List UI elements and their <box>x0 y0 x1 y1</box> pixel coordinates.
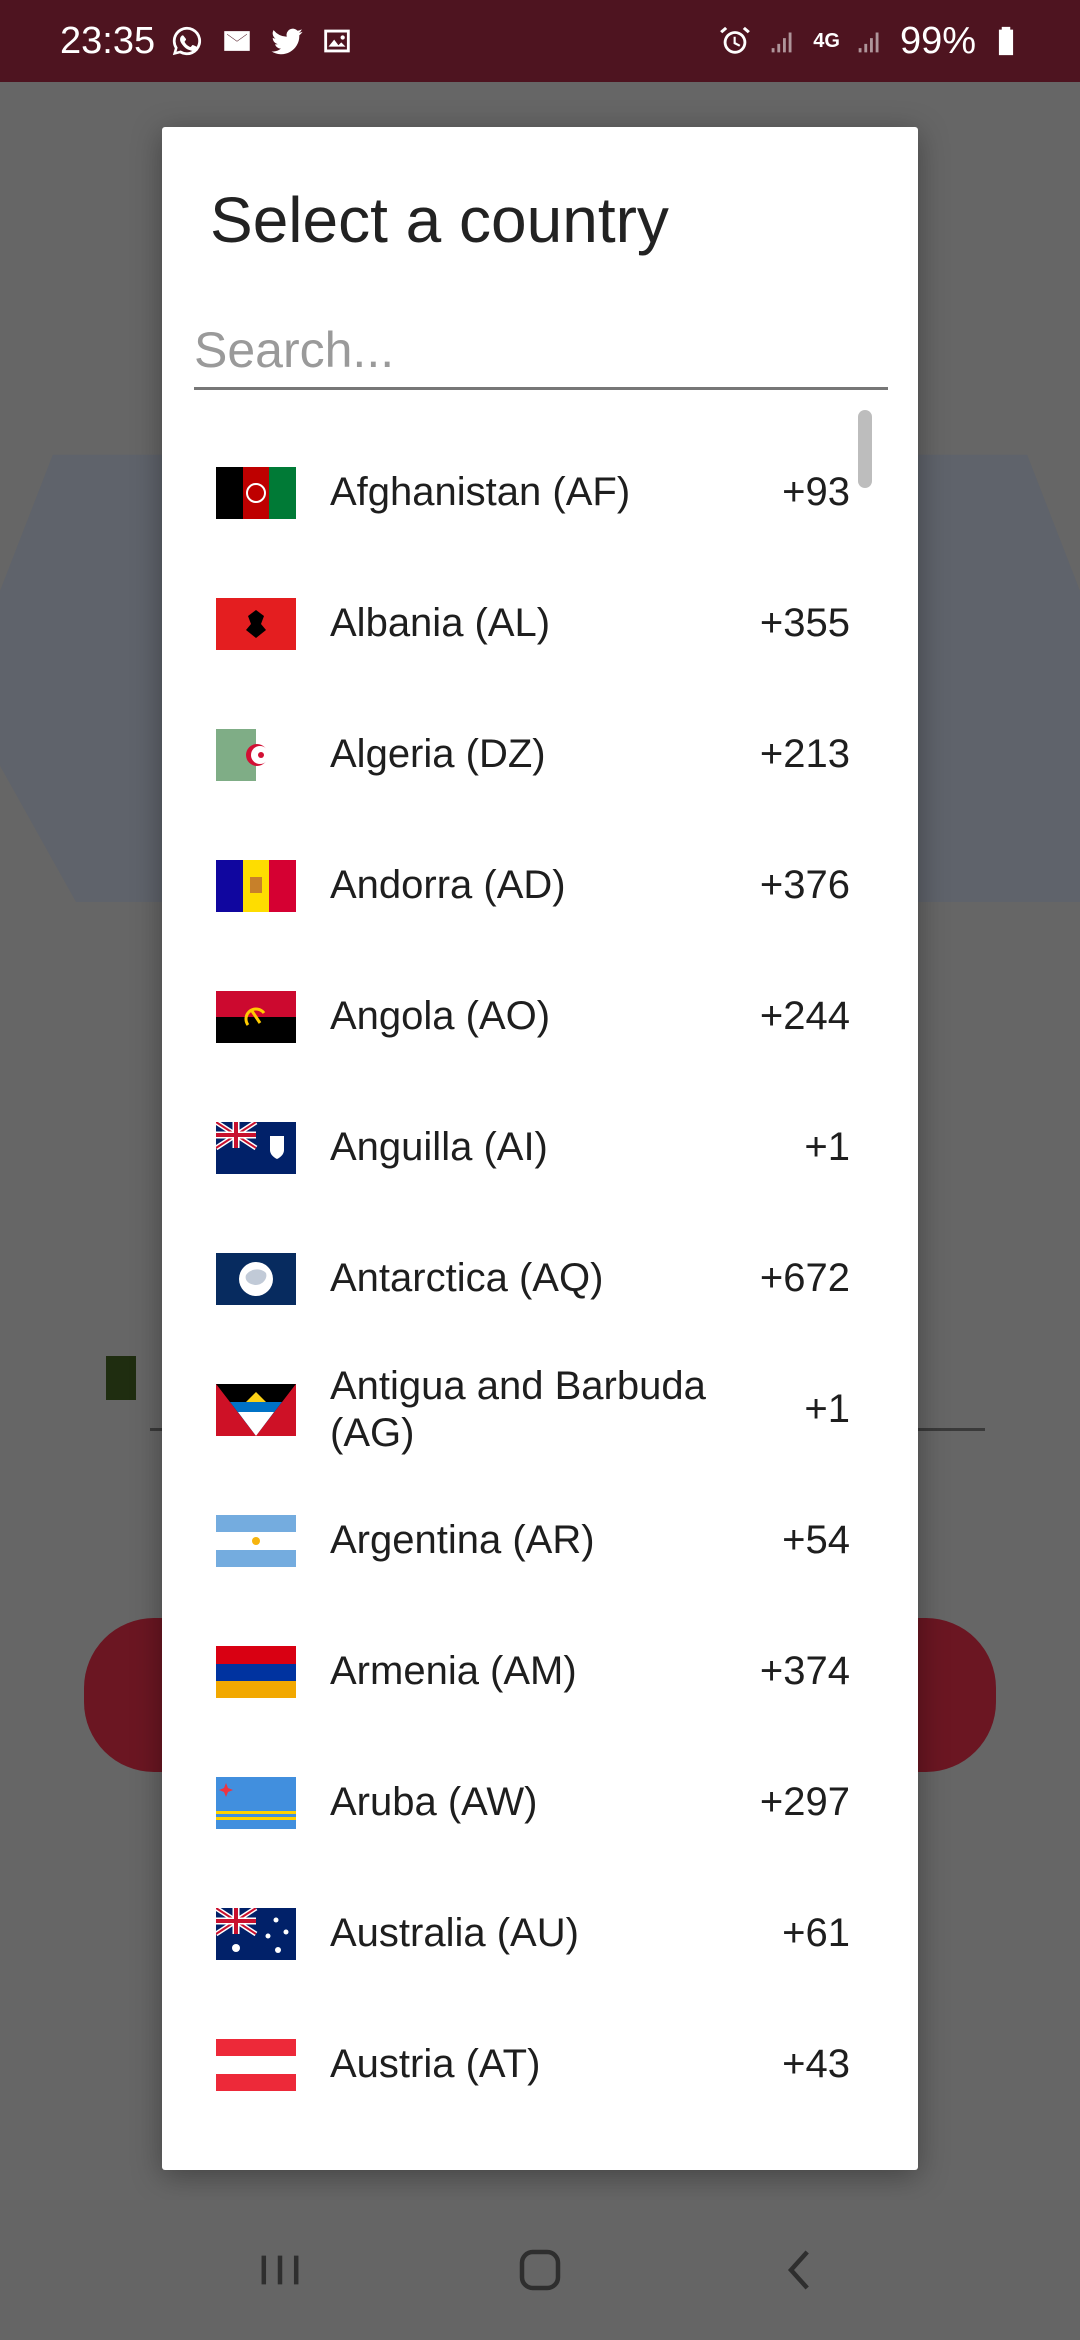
flag-aw-icon <box>216 1776 296 1829</box>
flag-ag-icon <box>216 1383 296 1436</box>
alarm-icon <box>717 23 753 59</box>
country-name: Antigua and Barbuda (AG) <box>330 1363 706 1455</box>
country-name: Albania (AL) <box>330 601 551 645</box>
country-name: Austria (AT) <box>330 2042 541 2086</box>
signal-icon <box>765 23 801 59</box>
home-icon[interactable] <box>510 2240 570 2300</box>
country-name: Australia (AU) <box>330 1911 579 1955</box>
country-row-am[interactable]: Armenia (AM) +374 <box>162 1606 918 1737</box>
back-icon[interactable] <box>770 2240 830 2300</box>
country-row-aq[interactable]: Antarctica (AQ) +672 <box>162 1213 918 1344</box>
country-list: Afghanistan (AF) +93 Albania (AL) +355 A… <box>162 427 918 2130</box>
country-name: Aruba (AW) <box>330 1780 538 1824</box>
country-row-ar[interactable]: Argentina (AR) +54 <box>162 1475 918 1606</box>
flag-al-icon <box>216 597 296 650</box>
flag-ar-icon <box>216 1514 296 1567</box>
country-row-dz[interactable]: Algeria (DZ) +213 <box>162 689 918 820</box>
dial-code: +213 <box>759 732 850 776</box>
country-name: Argentina (AR) <box>330 1518 595 1562</box>
country-name: Algeria (DZ) <box>330 732 546 776</box>
flag-ao-icon <box>216 990 296 1043</box>
twitter-icon <box>269 23 305 59</box>
background-flag-icon <box>106 1356 136 1400</box>
country-name: Anguilla (AI) <box>330 1125 548 1169</box>
flag-au-icon <box>216 1907 296 1960</box>
dialog-title: Select a country <box>210 184 669 256</box>
flag-ad-icon <box>216 859 296 912</box>
dial-code: +376 <box>759 863 850 907</box>
country-row-aw[interactable]: Aruba (AW) +297 <box>162 1737 918 1868</box>
country-name: Antarctica (AQ) <box>330 1256 604 1300</box>
dial-code: +43 <box>782 2042 850 2086</box>
flag-af-icon <box>216 466 296 519</box>
signal-icon <box>852 23 888 59</box>
flag-ai-icon <box>216 1121 296 1174</box>
flag-at-icon <box>216 2038 296 2091</box>
battery-percent: 99% <box>899 19 976 62</box>
country-row-af[interactable]: Afghanistan (AF) +93 <box>162 427 918 558</box>
country-row-ai[interactable]: Anguilla (AI) +1 <box>162 1082 918 1213</box>
dial-code: +54 <box>782 1518 850 1562</box>
dial-code: +61 <box>782 1911 850 1955</box>
gmail-icon <box>219 23 255 59</box>
dial-code: +244 <box>759 994 850 1038</box>
search-input[interactable] <box>194 313 888 387</box>
search-field <box>194 313 888 390</box>
country-picker-dialog: Select a country Afghanistan (AF) +93 Al… <box>162 127 918 2170</box>
country-row-ao[interactable]: Angola (AO) +244 <box>162 951 918 1082</box>
dial-code: +672 <box>759 1256 850 1300</box>
battery-icon <box>988 23 1024 59</box>
flag-aq-icon <box>216 1252 296 1305</box>
gallery-icon <box>319 23 355 59</box>
flag-dz-icon <box>216 728 296 781</box>
country-name: Angola (AO) <box>330 994 551 1038</box>
country-row-ad[interactable]: Andorra (AD) +376 <box>162 820 918 951</box>
country-row-al[interactable]: Albania (AL) +355 <box>162 558 918 689</box>
dial-code: +1 <box>804 1387 850 1431</box>
dial-code: +374 <box>759 1649 850 1693</box>
country-name: Andorra (AD) <box>330 863 566 907</box>
country-name: Armenia (AM) <box>330 1649 577 1693</box>
dial-code: +297 <box>759 1780 850 1824</box>
country-row-at[interactable]: Austria (AT) +43 <box>162 1999 918 2130</box>
country-name: Afghanistan (AF) <box>330 470 631 514</box>
status-time: 23:35 <box>60 19 156 62</box>
network-type: 4G <box>813 29 840 52</box>
dial-code: +93 <box>782 470 850 514</box>
flag-am-icon <box>216 1645 296 1698</box>
country-row-au[interactable]: Australia (AU) +61 <box>162 1868 918 1999</box>
dial-code: +1 <box>804 1125 850 1169</box>
whatsapp-icon <box>169 23 205 59</box>
status-bar: 23:35 4G 99% <box>0 0 1080 82</box>
recents-icon[interactable] <box>250 2240 310 2300</box>
navigation-bar <box>0 2200 1080 2340</box>
dial-code: +355 <box>759 601 850 645</box>
country-row-ag[interactable]: Antigua and Barbuda (AG) +1 <box>162 1344 918 1475</box>
